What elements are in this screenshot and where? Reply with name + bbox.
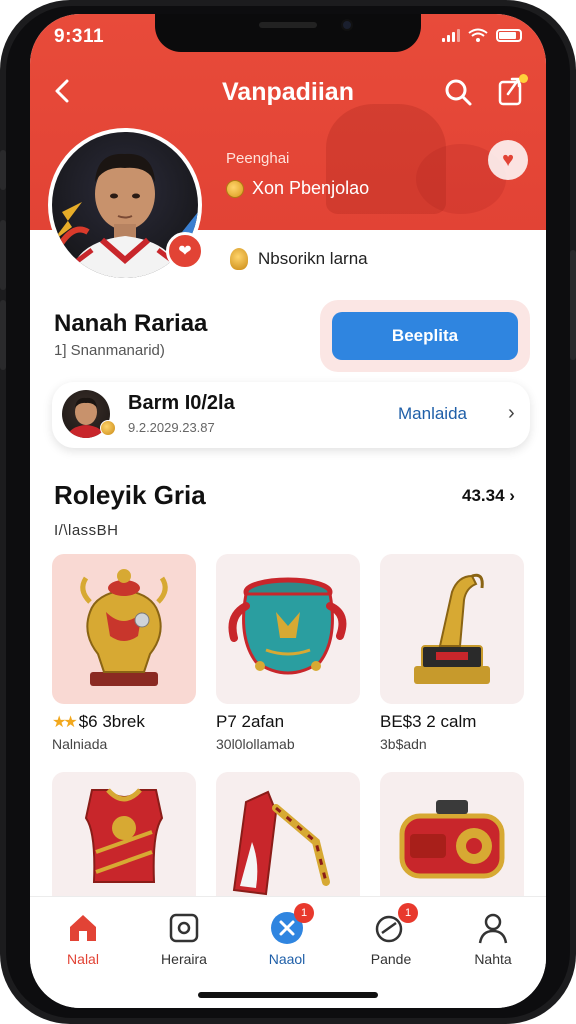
- item-image: [380, 554, 524, 704]
- chat-icon: 1: [374, 903, 418, 945]
- heart-icon: ♥: [502, 148, 514, 171]
- item-name-row: ★★ $6 3brek: [52, 712, 196, 732]
- profile-subtitle-text: Xon Pbenjolao: [252, 178, 370, 198]
- profile-handle: 1] Snanmanarid): [54, 342, 165, 359]
- battery-icon: [496, 28, 522, 42]
- item-name: $6 3brek: [78, 712, 145, 731]
- fan-level: Nbsorikn larna: [230, 248, 368, 270]
- wifi-icon: [468, 28, 488, 42]
- notification-badge: 1: [398, 903, 418, 923]
- team-card[interactable]: Barm I0/2la 9.2.2029.23.87 Manlaida ›: [52, 382, 530, 448]
- tab-nahta[interactable]: Nahta: [448, 911, 538, 967]
- item-card[interactable]: P7 2afan 30l0lollamab: [216, 554, 360, 752]
- tab-home[interactable]: Nalal: [38, 911, 128, 967]
- fan-level-text: Nbsorikn larna: [258, 249, 368, 268]
- tab-label: Nahta: [474, 951, 512, 967]
- volume-down-button: [0, 300, 6, 370]
- rating-stars-icon: ★★: [52, 714, 78, 731]
- tab-heraira[interactable]: Heraira: [139, 911, 229, 967]
- chevron-left-icon: [55, 79, 69, 103]
- verified-badge: ❤: [166, 232, 204, 270]
- chevron-right-icon: ›: [509, 486, 515, 505]
- item-subtitle: 3b$adn: [380, 736, 427, 752]
- team-id: 9.2.2029.23.87: [128, 420, 215, 435]
- status-icons: [442, 28, 522, 42]
- speaker: [259, 22, 317, 28]
- front-camera: [341, 19, 353, 31]
- search-button[interactable]: [442, 76, 474, 108]
- section-count: 43.34: [462, 486, 505, 505]
- tab-label: Naaol: [268, 951, 306, 967]
- section-see-all[interactable]: 43.34 ›: [462, 486, 515, 506]
- power-button: [570, 250, 576, 360]
- item-image: [52, 554, 196, 704]
- heart-badge-icon: ❤: [178, 243, 192, 260]
- status-time: 9:311: [54, 26, 105, 47]
- share-button[interactable]: [496, 74, 528, 108]
- primary-action-button[interactable]: Beeplita: [332, 312, 518, 360]
- item-subtitle: Nalniada: [52, 736, 108, 752]
- coin-icon: [226, 179, 244, 198]
- app-screen: 9:311 Vanpadiian Peenghai Xon Pbenjolao …: [30, 14, 546, 1008]
- coin-icon: [100, 420, 116, 436]
- notification-badge: 1: [294, 903, 314, 923]
- profile-subtitle: Xon Pbenjolao: [226, 178, 369, 199]
- item-name: BE$3 2 calm: [380, 712, 477, 731]
- search-icon: [445, 79, 472, 106]
- tab-naaol[interactable]: 1 Naaol: [242, 903, 332, 967]
- medal-icon: [230, 248, 248, 270]
- volume-up-button: [0, 220, 6, 290]
- trophy-icon: [414, 573, 490, 684]
- favorite-button[interactable]: ♥: [488, 140, 528, 180]
- item-subtitle: 30l0lollamab: [216, 736, 295, 752]
- x-circle-icon: 1: [270, 903, 314, 945]
- home-icon: [66, 911, 100, 945]
- chevron-right-icon: ›: [508, 402, 515, 424]
- team-link[interactable]: Manlaida: [398, 404, 467, 424]
- mute-switch: [0, 150, 6, 190]
- back-button[interactable]: [48, 76, 78, 106]
- profile-name: Nanah Rariaa: [54, 310, 208, 337]
- section-title: Roleyik Gria: [54, 480, 206, 510]
- tab-pande[interactable]: 1 Pande: [346, 903, 436, 967]
- phone-frame: 9:311 Vanpadiian Peenghai Xon Pbenjolao …: [0, 0, 576, 1024]
- signal-icon: [442, 28, 460, 42]
- profile-tag: Peenghai: [226, 150, 290, 167]
- section-subtitle: I/\lassBH: [54, 522, 119, 539]
- tab-label: Nalal: [67, 951, 99, 967]
- page-title: Vanpadiian: [222, 78, 354, 106]
- person-icon: [476, 911, 510, 945]
- notification-dot: [519, 74, 528, 83]
- tab-label: Pande: [370, 951, 412, 967]
- item-name: P7 2afan: [216, 712, 285, 731]
- tab-label: Heraira: [161, 951, 207, 967]
- team-name: Barm I0/2la: [128, 392, 235, 414]
- square-icon: [167, 911, 201, 945]
- item-card[interactable]: ★★ $6 3brek Nalniada: [52, 554, 196, 752]
- home-indicator[interactable]: [198, 992, 378, 998]
- item-image: [216, 554, 360, 704]
- notch: [155, 14, 421, 52]
- golden-vase-icon: [80, 569, 168, 686]
- item-card[interactable]: BE$3 2 calm 3b$adn: [380, 554, 524, 752]
- ornate-pot-icon: [228, 577, 347, 675]
